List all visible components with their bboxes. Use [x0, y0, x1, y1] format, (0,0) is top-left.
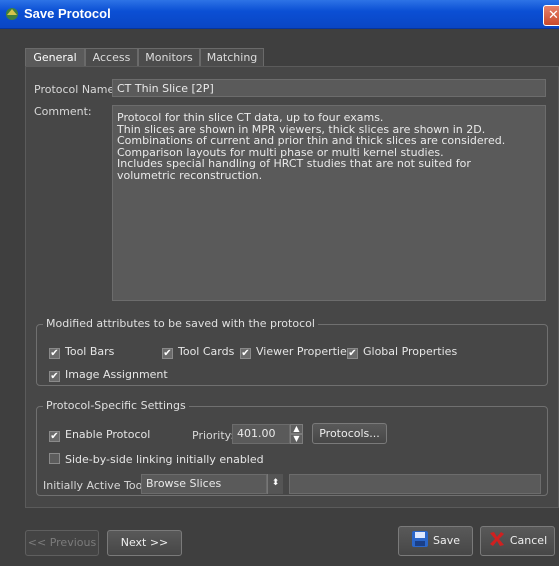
comment-label: Comment:: [34, 105, 92, 118]
save-protocol-window: Save Protocol ✕ General Access Monitors …: [0, 0, 559, 566]
tab-monitors[interactable]: Monitors: [138, 48, 200, 66]
checkbox-checked-icon: ✔: [347, 348, 358, 359]
next-button[interactable]: Next >>: [107, 530, 182, 556]
chevron-down-icon[interactable]: ⬍: [267, 474, 283, 494]
tool-bars-checkbox[interactable]: ✔ Tool Bars: [49, 345, 114, 359]
checkbox-label: Global Properties: [363, 345, 458, 358]
viewer-properties-checkbox[interactable]: ✔ Viewer Properties: [240, 345, 352, 359]
checkbox-label: Image Assignment: [65, 368, 168, 381]
tab-general[interactable]: General: [25, 48, 85, 67]
save-icon: [411, 531, 428, 547]
cancel-x-icon: [489, 532, 504, 546]
checkbox-checked-icon: ✔: [49, 431, 60, 442]
checkbox-checked-icon: ✔: [49, 348, 60, 359]
previous-button[interactable]: << Previous: [25, 530, 99, 556]
active-tool-value: Browse Slices: [146, 477, 222, 490]
window-title: Save Protocol: [24, 6, 111, 21]
active-tool-label: Initially Active Tool:: [43, 479, 150, 492]
save-button[interactable]: Save: [398, 526, 473, 556]
checkbox-label: Enable Protocol: [65, 428, 151, 441]
footer-bar: << Previous Next >> Save Cancel: [0, 518, 559, 566]
modified-attributes-title: Modified attributes to be saved with the…: [43, 317, 318, 330]
protocol-name-label: Protocol Name:: [34, 83, 118, 96]
general-panel: Protocol Name: CT Thin Slice [2P] Commen…: [25, 66, 559, 508]
enable-protocol-checkbox[interactable]: ✔ Enable Protocol: [49, 428, 150, 442]
tab-label: Access: [92, 51, 131, 64]
active-tool-select[interactable]: Browse Slices: [141, 474, 267, 494]
priority-down-icon[interactable]: ▼: [290, 434, 303, 444]
cancel-label: Cancel: [509, 534, 548, 547]
active-tool-extra-field[interactable]: [289, 474, 541, 494]
global-properties-checkbox[interactable]: ✔ Global Properties: [347, 345, 457, 359]
protocol-name-input[interactable]: CT Thin Slice [2P]: [112, 79, 546, 97]
tab-access[interactable]: Access: [85, 48, 138, 66]
close-button[interactable]: ✕: [543, 5, 559, 26]
tab-label: Matching: [206, 51, 258, 64]
app-icon: [6, 8, 18, 20]
tab-label: General: [33, 51, 77, 64]
checkbox-label: Tool Bars: [65, 345, 115, 358]
protocol-settings-group: Protocol-Specific Settings ✔ Enable Proto…: [36, 399, 548, 496]
checkbox-checked-icon: ✔: [240, 348, 251, 359]
title-bar: Save Protocol ✕: [0, 0, 559, 29]
checkbox-unchecked-icon: [49, 453, 60, 464]
checkbox-label: Tool Cards: [178, 345, 235, 358]
priority-up-icon[interactable]: ▲: [290, 424, 303, 434]
tab-label: Monitors: [145, 51, 193, 64]
side-by-side-checkbox[interactable]: Side-by-side linking initially enabled: [49, 453, 264, 467]
checkbox-label: Viewer Properties: [256, 345, 353, 358]
checkbox-checked-icon: ✔: [49, 371, 60, 382]
tab-matching[interactable]: Matching: [200, 48, 264, 66]
protocol-settings-title: Protocol-Specific Settings: [43, 399, 189, 412]
close-icon: ✕: [548, 8, 559, 23]
protocols-button[interactable]: Protocols...: [312, 423, 387, 444]
tool-cards-checkbox[interactable]: ✔ Tool Cards: [162, 345, 234, 359]
checkbox-label: Side-by-side linking initially enabled: [65, 453, 264, 466]
comment-textarea[interactable]: Protocol for thin slice CT data, up to f…: [112, 105, 546, 301]
priority-label: Priority:: [192, 429, 235, 442]
modified-attributes-group: Modified attributes to be saved with the…: [36, 317, 548, 386]
image-assignment-checkbox[interactable]: ✔ Image Assignment: [49, 368, 168, 382]
cancel-button[interactable]: Cancel: [480, 526, 555, 556]
checkbox-checked-icon: ✔: [162, 348, 173, 359]
priority-input[interactable]: 401.00: [232, 424, 290, 444]
save-label: Save: [432, 534, 460, 547]
